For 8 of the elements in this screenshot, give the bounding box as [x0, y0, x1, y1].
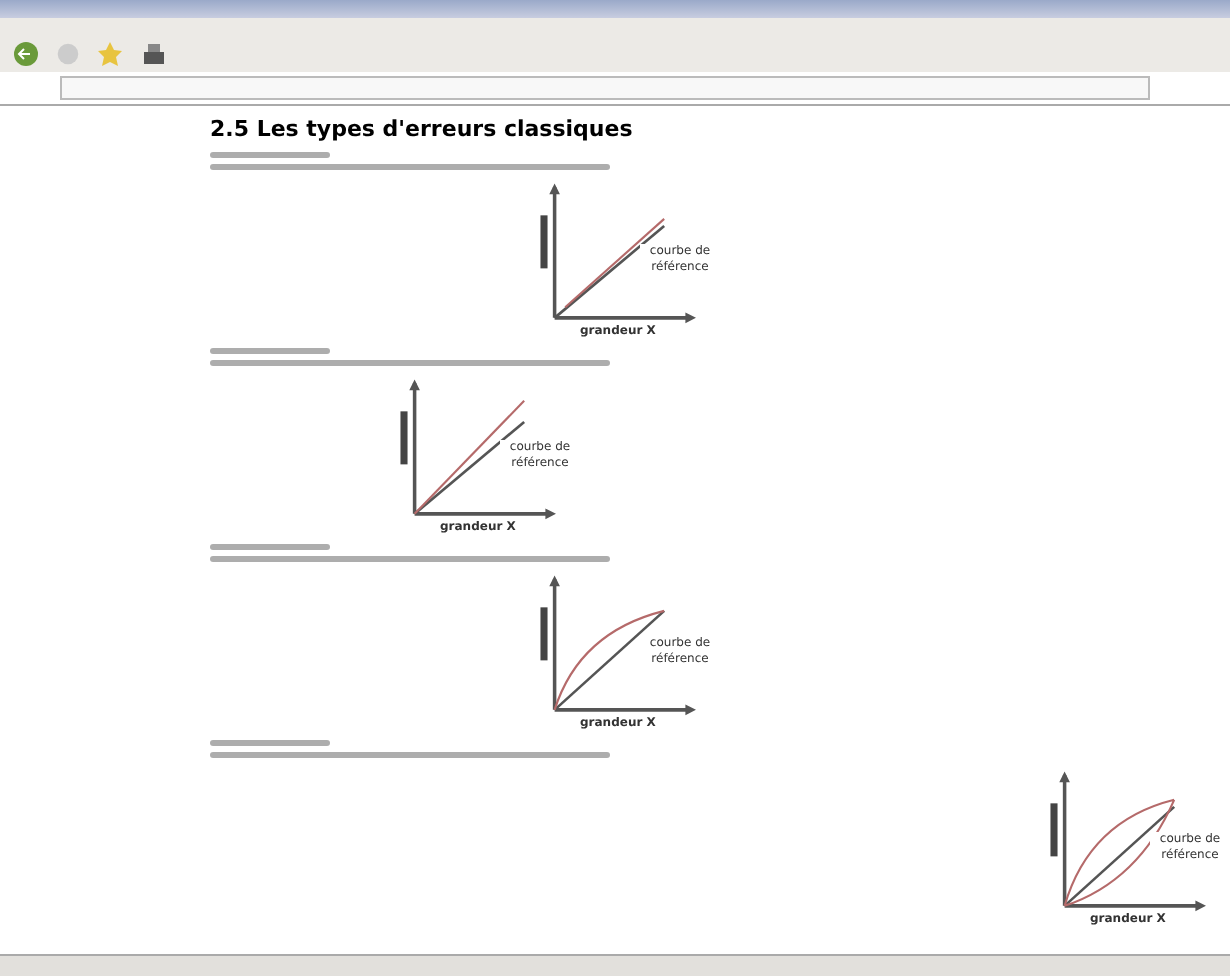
address-field[interactable]	[60, 76, 1150, 100]
section-heading: 2.5 Les types d'erreurs classiques	[210, 116, 635, 142]
blurred-text-line	[210, 740, 330, 746]
printer-icon[interactable]	[140, 40, 168, 68]
blurred-text-line	[210, 348, 330, 354]
star-icon[interactable]	[96, 40, 124, 68]
blurred-text-line	[210, 544, 330, 550]
blurred-text-line	[210, 152, 330, 158]
